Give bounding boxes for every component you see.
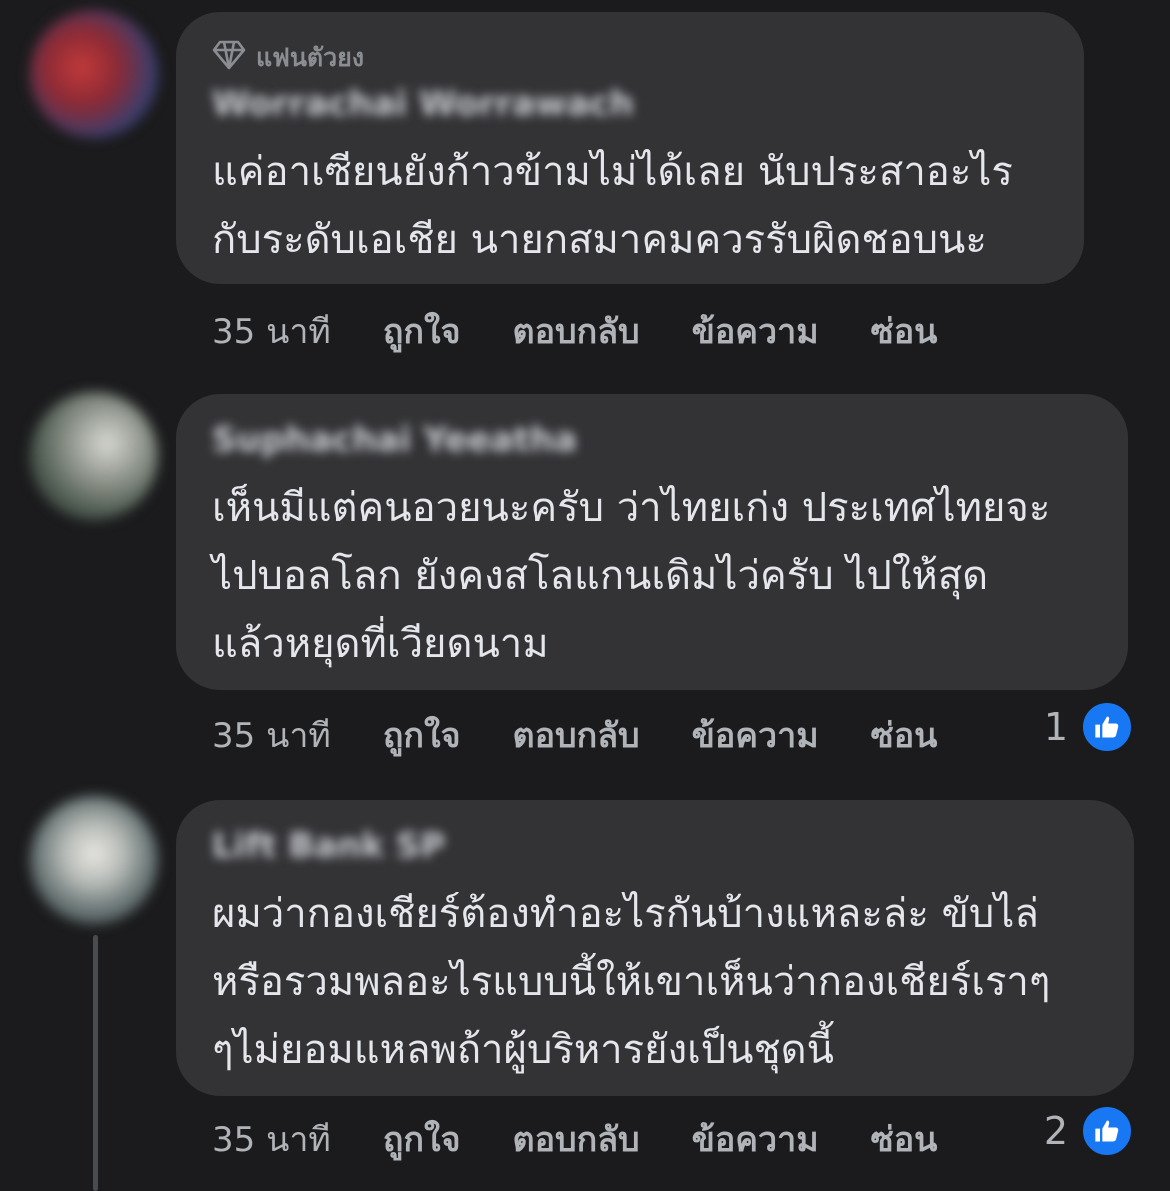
avatar[interactable] <box>30 392 158 520</box>
reply-button[interactable]: ตอบกลับ <box>513 304 640 358</box>
timestamp[interactable]: 35 นาที <box>212 1112 331 1166</box>
comment-line: กับระดับเอเชีย นายกสมาคมควรรับผิดชอบนะ <box>212 217 987 263</box>
reaction-count: 1 <box>1043 705 1068 749</box>
thumbs-up-icon <box>1080 700 1134 754</box>
comment-actions: 35 นาที ถูกใจ ตอบกลับ ข้อความ ซ่อน <box>212 304 989 358</box>
comment-bubble: Suphachai Yeeatha เห็นมีแต่คนอวยนะครับ ว… <box>176 394 1128 690</box>
like-button[interactable]: ถูกใจ <box>383 708 461 762</box>
comment-thread: แฟนตัวยง Worrachai Worrawach แค่อาเซียนย… <box>0 0 1170 1191</box>
thread-line <box>93 935 98 1191</box>
reaction-summary[interactable]: 2 <box>1044 1104 1134 1158</box>
reply-button[interactable]: ตอบกลับ <box>513 708 640 762</box>
comment-bubble: Lift Bank SP ผมว่ากองเชียร์ต้องทำอะไรกัน… <box>176 800 1134 1096</box>
commenter-name[interactable]: Worrachai Worrawach <box>212 84 634 124</box>
avatar[interactable] <box>30 10 158 138</box>
message-button[interactable]: ข้อความ <box>692 304 819 358</box>
diamond-icon <box>212 40 246 76</box>
thumbs-up-icon <box>1080 1104 1134 1158</box>
like-button[interactable]: ถูกใจ <box>383 304 461 358</box>
message-button[interactable]: ข้อความ <box>692 708 819 762</box>
comment-actions: 35 นาที ถูกใจ ตอบกลับ ข้อความ ซ่อน <box>212 708 989 762</box>
message-button[interactable]: ข้อความ <box>692 1112 819 1166</box>
reaction-summary[interactable]: 1 <box>1044 700 1134 754</box>
reaction-count: 2 <box>1043 1109 1068 1153</box>
comment-line: ๆไม่ยอมแหลพถ้าผู้บริหารยังเป็นชุดนี้ <box>212 1027 834 1073</box>
hide-button[interactable]: ซ่อน <box>871 304 938 358</box>
avatar[interactable] <box>30 796 158 924</box>
fan-badge: แฟนตัวยง <box>212 38 364 78</box>
comment-text: ผมว่ากองเชียร์ต้องทำอะไรกันบ้างแหละล่ะ ข… <box>212 880 1104 1084</box>
comment-line: เห็นมีแต่คนอวยนะครับ ว่าไทยเก่ง ประเทศไท… <box>212 485 1051 531</box>
comment-bubble: แฟนตัวยง Worrachai Worrawach แค่อาเซียนย… <box>176 12 1084 284</box>
commenter-name[interactable]: Suphachai Yeeatha <box>212 420 577 460</box>
reply-button[interactable]: ตอบกลับ <box>513 1112 640 1166</box>
timestamp[interactable]: 35 นาที <box>212 708 331 762</box>
comment-text: แค่อาเซียนยังก้าวข้ามไม่ได้เลย นับประสาอ… <box>212 138 1054 274</box>
commenter-name[interactable]: Lift Bank SP <box>212 826 445 866</box>
comment-line: ไปบอลโลก ยังคงสโลแกนเดิมไว่ครับ ไปให้สุด <box>212 553 989 599</box>
comment-line: แค่อาเซียนยังก้าวข้ามไม่ได้เลย นับประสาอ… <box>212 149 1013 195</box>
hide-button[interactable]: ซ่อน <box>871 1112 938 1166</box>
timestamp[interactable]: 35 นาที <box>212 304 331 358</box>
comment-line: แล้วหยุดที่เวียดนาม <box>212 621 549 667</box>
comment-line: หรือรวมพลอะไรแบบนี้ให้เขาเห็นว่ากองเชียร… <box>212 959 1051 1005</box>
hide-button[interactable]: ซ่อน <box>871 708 938 762</box>
comment-text: เห็นมีแต่คนอวยนะครับ ว่าไทยเก่ง ประเทศไท… <box>212 474 1098 678</box>
comment-actions: 35 นาที ถูกใจ ตอบกลับ ข้อความ ซ่อน <box>212 1112 989 1166</box>
like-button[interactable]: ถูกใจ <box>383 1112 461 1166</box>
badge-label: แฟนตัวยง <box>256 43 365 72</box>
comment-line: ผมว่ากองเชียร์ต้องทำอะไรกันบ้างแหละล่ะ ข… <box>212 891 1039 937</box>
